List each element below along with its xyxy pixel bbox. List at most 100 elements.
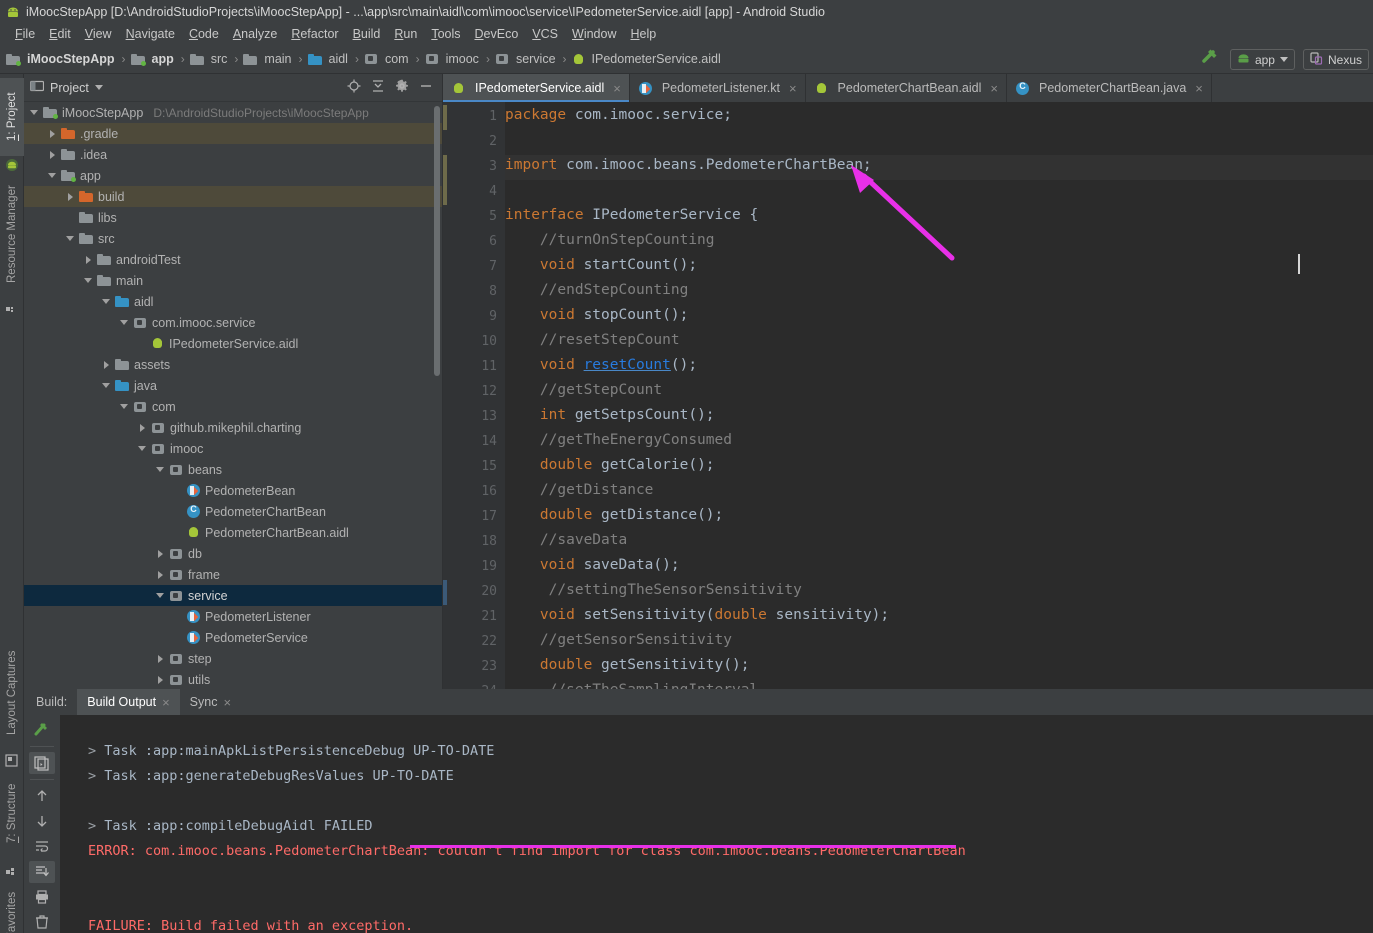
editor-tab-pedometerchartbean-aidl[interactable]: PedometerChartBean.aidl × <box>806 74 1007 102</box>
menu-item-help[interactable]: Help <box>623 26 663 42</box>
chevron-right-icon[interactable] <box>64 190 77 203</box>
breadcrumb-item-aidl[interactable]: aidl <box>307 52 350 66</box>
menu-item-run[interactable]: Run <box>387 26 424 42</box>
tree-node-libs[interactable]: libs <box>24 207 442 228</box>
editor-code-area[interactable]: 123456789101112131415161718192021222324 … <box>443 102 1373 689</box>
chevron-down-icon[interactable] <box>154 463 167 476</box>
tree-node-assets[interactable]: assets <box>24 354 442 375</box>
code-line[interactable]: interface IPedometerService { <box>505 207 758 223</box>
code-line[interactable]: double getCalorie(); <box>505 457 715 473</box>
breadcrumb-item-service[interactable]: service <box>495 52 558 66</box>
chevron-down-icon[interactable] <box>100 379 113 392</box>
device-selector[interactable]: Nexus <box>1302 49 1369 70</box>
code-line[interactable]: int getSetpsCount(); <box>505 407 715 423</box>
close-icon[interactable]: × <box>1195 81 1203 96</box>
tree-node-pedometerlistener[interactable]: PedometerListener <box>24 606 442 627</box>
run-configuration-selector[interactable]: app <box>1229 49 1295 70</box>
tree-node-step[interactable]: step <box>24 648 442 669</box>
tree-node-frame[interactable]: frame <box>24 564 442 585</box>
tree-node-ipedometerservice-aidl[interactable]: IPedometerService.aidl <box>24 333 442 354</box>
chevron-down-icon[interactable] <box>82 274 95 287</box>
soft-wrap-icon[interactable] <box>29 835 55 857</box>
code-line[interactable]: void saveData(); <box>505 557 680 573</box>
chevron-right-icon[interactable] <box>46 148 59 161</box>
menu-item-tools[interactable]: Tools <box>424 26 467 42</box>
tree-node-java[interactable]: java <box>24 375 442 396</box>
tree-node--idea[interactable]: .idea <box>24 144 442 165</box>
chevron-down-icon[interactable] <box>100 295 113 308</box>
tool-window-tab-2--favorites[interactable]: 2: Favorites <box>0 874 24 933</box>
tool-window-tab-1--project[interactable]: 1: Project <box>0 78 24 156</box>
editor-gutter[interactable]: 123456789101112131415161718192021222324 <box>443 102 505 689</box>
breadcrumb-item-com[interactable]: com <box>364 52 411 66</box>
breadcrumb-item-imooc[interactable]: imooc <box>425 52 481 66</box>
build-tab-bar[interactable]: Build: Build Output × Sync × <box>24 689 1373 715</box>
menu-item-view[interactable]: View <box>78 26 119 42</box>
breadcrumb-item-app[interactable]: app <box>130 52 176 66</box>
chevron-right-icon[interactable] <box>154 652 167 665</box>
menu-item-file[interactable]: File <box>8 26 42 42</box>
tree-node-aidl[interactable]: aidl <box>24 291 442 312</box>
chevron-down-icon[interactable] <box>64 232 77 245</box>
menu-item-deveco[interactable]: DevEco <box>468 26 526 42</box>
code-line[interactable]: package com.imooc.service; <box>505 107 732 123</box>
chevron-down-icon[interactable] <box>136 442 149 455</box>
breadcrumb-item-imoocstepapp[interactable]: iMoocStepApp <box>6 52 117 66</box>
close-icon[interactable]: × <box>162 695 170 710</box>
hide-panel-icon[interactable] <box>419 79 433 96</box>
breadcrumb-item-main[interactable]: main <box>243 52 293 66</box>
build-hammer-icon[interactable] <box>1200 47 1222 72</box>
tree-node-build[interactable]: build <box>24 186 442 207</box>
tree-node-pedometerservice[interactable]: PedometerService <box>24 627 442 648</box>
close-icon[interactable]: × <box>613 81 621 96</box>
chevron-down-icon[interactable] <box>154 589 167 602</box>
editor-tab-ipedometerservice-aidl[interactable]: IPedometerService.aidl × <box>443 74 630 102</box>
tree-node-imooc[interactable]: imooc <box>24 438 442 459</box>
code-line[interactable]: //getDistance <box>505 482 654 498</box>
menu-item-code[interactable]: Code <box>182 26 226 42</box>
code-line[interactable]: //setTheSamplingInterval <box>505 682 759 689</box>
build-output-console[interactable]: > Task :app:mainApkListPersistenceDebug … <box>60 715 1373 933</box>
tree-node-pedometerbean[interactable]: PedometerBean <box>24 480 442 501</box>
code-line[interactable]: //endStepCounting <box>505 282 688 298</box>
build-tab-build-output[interactable]: Build Output × <box>77 689 180 715</box>
chevron-right-icon[interactable] <box>154 568 167 581</box>
breadcrumb-item-src[interactable]: src <box>189 52 230 66</box>
code-line[interactable]: //getTheEnergyConsumed <box>505 432 732 448</box>
close-icon[interactable]: × <box>990 81 998 96</box>
chevron-down-icon[interactable] <box>118 316 131 329</box>
clear-all-icon[interactable] <box>29 911 55 933</box>
tree-node-github-mikephil-charting[interactable]: github.mikephil.charting <box>24 417 442 438</box>
settings-gear-icon[interactable] <box>395 79 409 96</box>
code-line[interactable]: //settingTheSensorSensitivity <box>505 582 802 598</box>
menu-item-navigate[interactable]: Navigate <box>119 26 182 42</box>
locate-icon[interactable] <box>347 79 361 96</box>
chevron-right-icon[interactable] <box>154 673 167 686</box>
code-line[interactable]: //turnOnStepCounting <box>505 232 715 248</box>
close-icon[interactable]: × <box>789 81 797 96</box>
tree-node-com[interactable]: com <box>24 396 442 417</box>
close-icon[interactable]: × <box>223 695 231 710</box>
tree-node-androidtest[interactable]: androidTest <box>24 249 442 270</box>
chevron-right-icon[interactable] <box>136 421 149 434</box>
build-tab-sync[interactable]: Sync × <box>180 689 241 715</box>
code-line[interactable]: //saveData <box>505 532 627 548</box>
rerun-build-icon[interactable] <box>29 719 55 741</box>
menu-item-edit[interactable]: Edit <box>42 26 78 42</box>
tool-window-tab-layout-captures[interactable]: Layout Captures <box>0 634 24 752</box>
code-line[interactable]: //resetStepCount <box>505 332 680 348</box>
build-side-toolbar[interactable] <box>24 715 60 933</box>
chevron-right-icon[interactable] <box>82 253 95 266</box>
tree-node-service[interactable]: service <box>24 585 442 606</box>
menu-item-analyze[interactable]: Analyze <box>226 26 284 42</box>
code-line[interactable]: void startCount(); <box>505 257 697 273</box>
scroll-to-end-icon[interactable] <box>29 860 55 883</box>
chevron-right-icon[interactable] <box>100 358 113 371</box>
tree-node--gradle[interactable]: .gradle <box>24 123 442 144</box>
chevron-down-icon[interactable] <box>46 169 59 182</box>
menu-bar[interactable]: File Edit View Navigate Code Analyze Refactor B… <box>0 23 1373 45</box>
editor-tab-bar[interactable]: IPedometerService.aidl × PedometerListener… <box>443 74 1373 102</box>
previous-occurrence-icon[interactable] <box>29 785 55 807</box>
tool-window-tab-7--structure[interactable]: 7: Structure <box>0 764 24 862</box>
tree-node-src[interactable]: src <box>24 228 442 249</box>
